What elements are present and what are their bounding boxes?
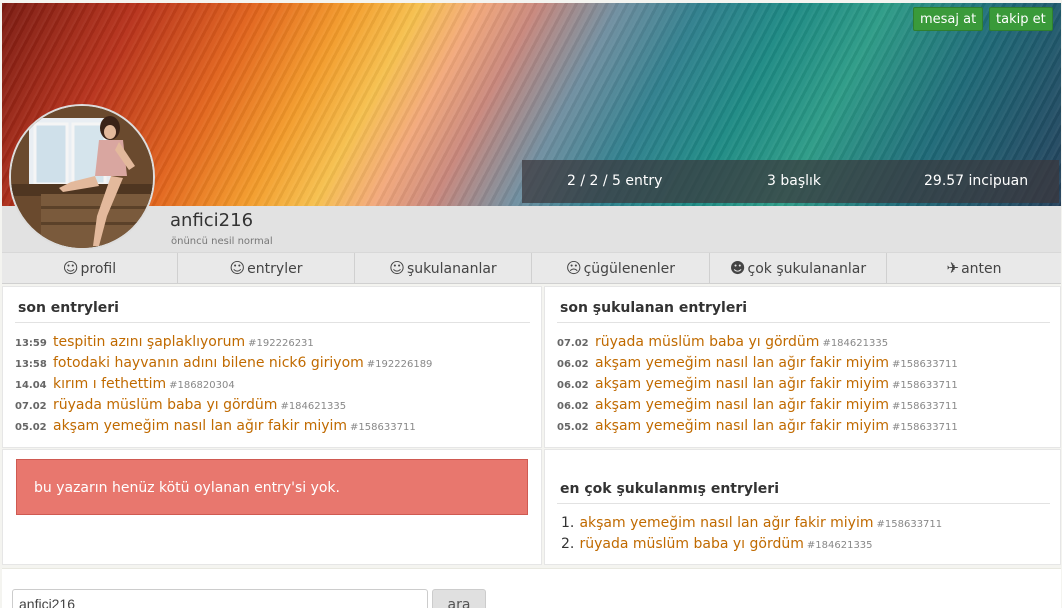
entry-link[interactable]: akşam yemeğim nasıl lan ağır fakir miyim	[595, 418, 889, 434]
tab-label: çügülenenler	[583, 261, 676, 277]
entry-id[interactable]: #184621335	[807, 540, 873, 551]
entry-link[interactable]: fotodaki hayvanın adını bilene nick6 gir…	[53, 355, 364, 371]
tab-label: profil	[80, 261, 117, 277]
tab-anten[interactable]: ✈ anten	[887, 253, 1061, 284]
entry-link[interactable]: rüyada müslüm baba yı gördüm	[595, 334, 819, 350]
entry-id[interactable]: #192226189	[367, 359, 433, 370]
entry-id[interactable]: #158633711	[892, 380, 958, 391]
tab-cok-sukulananlar[interactable]: ☻ çok şukulananlar	[710, 253, 887, 284]
rank-number: 1.	[561, 515, 575, 531]
message-button[interactable]: mesaj at	[913, 7, 984, 31]
tab-sukulananlar[interactable]: ☺ şukulananlar	[355, 253, 532, 284]
profile-tabs: ☺ profil ☺ entryler ☺ şukulananlar ☹ çügülen…	[2, 252, 1061, 284]
frown-icon: ☹	[565, 259, 582, 277]
tab-profil[interactable]: ☺ profil	[2, 253, 178, 284]
divider	[15, 322, 530, 323]
empty-alert: bu yazarın henüz kötü oylanan entry'si y…	[16, 459, 528, 515]
list-item: 07.02 rüyada müslüm baba yı gördüm #184621…	[557, 331, 888, 351]
list-item: 06.02 akşam yemeğim nasıl lan ağır fakir …	[557, 373, 958, 393]
tab-label: çok şukulananlar	[747, 261, 867, 277]
user-rank: önüncü nesil normal	[171, 236, 273, 247]
rank-number: 2.	[561, 536, 575, 552]
entry-id[interactable]: #158633711	[892, 422, 958, 433]
list-item: 2. rüyada müslüm baba yı gördüm #18462133…	[561, 533, 873, 553]
entry-time: 13:58	[15, 359, 47, 370]
liked-entries-panel: son şukulanan entryleri 07.02 rüyada müsl…	[544, 286, 1061, 448]
list-item: 1. akşam yemeğim nasıl lan ağır fakir mi…	[561, 512, 942, 532]
entry-link[interactable]: rüyada müslüm baba yı gördüm	[579, 536, 803, 552]
stats-bar: 2 / 2 / 5 entry 3 başlık 29.57 incipuan	[522, 160, 1059, 203]
entry-count[interactable]: 2 / 2 / 5 entry	[567, 160, 662, 203]
entry-time: 14.04	[15, 380, 47, 391]
entry-link[interactable]: akşam yemeğim nasıl lan ağır fakir miyim	[579, 515, 873, 531]
entry-time: 06.02	[557, 401, 589, 412]
liked-entries-title: son şukulanan entryleri	[560, 300, 748, 316]
entry-link[interactable]: akşam yemeğim nasıl lan ağır fakir miyim	[595, 376, 889, 392]
entry-time: 06.02	[557, 380, 589, 391]
entry-id[interactable]: #192226231	[248, 338, 314, 349]
list-item: 06.02 akşam yemeğim nasıl lan ağır fakir …	[557, 352, 958, 372]
entry-id[interactable]: #158633711	[892, 359, 958, 370]
search-button[interactable]: ara	[432, 589, 486, 608]
divider	[557, 322, 1050, 323]
entry-time: 07.02	[557, 338, 589, 349]
list-item: 05.02 akşam yemeğim nasıl lan ağır fakir …	[557, 415, 958, 435]
tab-label: entryler	[247, 261, 303, 277]
username: anfici216	[170, 210, 254, 231]
follow-button[interactable]: takip et	[989, 7, 1053, 31]
list-item: 07.02 rüyada müslüm baba yı gördüm #184621…	[15, 394, 346, 414]
entry-link[interactable]: kırım ı fethettim	[53, 376, 166, 392]
list-item: 13:59 tespitin azını şaplaklıyorum #192226…	[15, 331, 314, 351]
profile-page: mesaj at takip et 2 / 2 / 5 entry 3 başl…	[0, 0, 1062, 608]
recent-entries-title: son entryleri	[18, 300, 119, 316]
entry-time: 13:59	[15, 338, 47, 349]
list-item: 13:58 fotodaki hayvanın adını bilene nick…	[15, 352, 432, 372]
avatar[interactable]	[9, 104, 155, 250]
smile-icon: ☺	[62, 259, 79, 277]
entry-id[interactable]: #186820304	[169, 380, 235, 391]
recent-entries-panel: son entryleri 13:59 tespitin azını şaplak…	[2, 286, 542, 448]
smile-icon: ☺	[389, 259, 405, 277]
entry-time: 05.02	[557, 422, 589, 433]
satellite-icon: ✈	[946, 259, 960, 277]
entry-time: 05.02	[15, 422, 47, 433]
tab-label: şukulananlar	[406, 261, 497, 277]
entry-link[interactable]: akşam yemeğim nasıl lan ağır fakir miyim	[595, 355, 889, 371]
entry-link[interactable]: akşam yemeğim nasıl lan ağır fakir miyim	[595, 397, 889, 413]
smile-icon: ☺	[229, 259, 246, 277]
entry-link[interactable]: tespitin azını şaplaklıyorum	[53, 334, 245, 350]
tab-cugulenenler[interactable]: ☹ çügülenenler	[532, 253, 710, 284]
tab-label: anten	[961, 261, 1002, 277]
entry-id[interactable]: #184621335	[822, 338, 888, 349]
entry-id[interactable]: #184621335	[280, 401, 346, 412]
list-item: 14.04 kırım ı fethettim #186820304	[15, 373, 235, 393]
entry-link[interactable]: akşam yemeğim nasıl lan ağır fakir miyim	[53, 418, 347, 434]
divider	[557, 503, 1050, 504]
list-item: 05.02 akşam yemeğim nasıl lan ağır fakir …	[15, 415, 416, 435]
list-item: 06.02 akşam yemeğim nasıl lan ağır fakir …	[557, 394, 958, 414]
tab-entryler[interactable]: ☺ entryler	[178, 253, 355, 284]
search-input[interactable]	[12, 589, 428, 608]
entry-time: 06.02	[557, 359, 589, 370]
big-smile-icon: ☻	[729, 259, 746, 277]
top-entries-title: en çok şukulanmış entryleri	[560, 481, 780, 497]
entry-id[interactable]: #158633711	[892, 401, 958, 412]
points-count: 29.57 incipuan	[924, 173, 1029, 189]
entry-id[interactable]: #158633711	[877, 519, 943, 530]
entry-id[interactable]: #158633711	[350, 422, 416, 433]
entry-time: 07.02	[15, 401, 47, 412]
entry-link[interactable]: rüyada müslüm baba yı gördüm	[53, 397, 277, 413]
top-entries-panel: en çok şukulanmış entryleri 1. akşam yem…	[544, 449, 1061, 565]
topic-count[interactable]: 3 başlık	[767, 160, 821, 203]
profile-strip	[2, 206, 1061, 252]
